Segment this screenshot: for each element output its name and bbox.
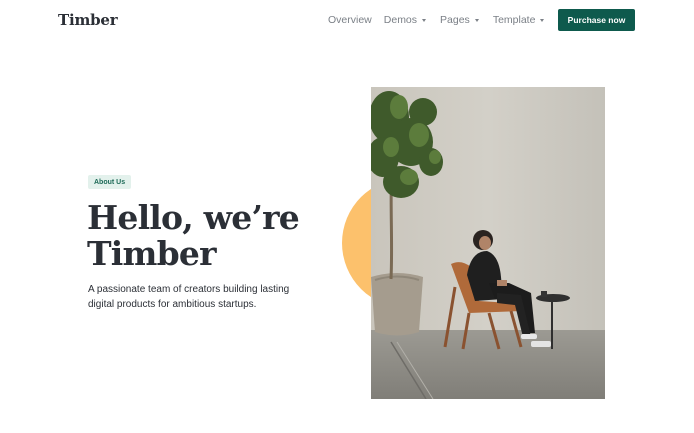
navbar: Timber Overview Demos Pages Template Pur… <box>0 0 694 40</box>
nav-link-label: Pages <box>440 14 470 26</box>
hero-title-line-2: Timber <box>87 234 216 273</box>
nav-link-template[interactable]: Template <box>493 13 545 27</box>
hero-description: A passionate team of creators building l… <box>88 284 290 310</box>
nav-link-overview[interactable]: Overview <box>328 13 372 27</box>
hero-title-line-1: Hello, we’re <box>87 198 300 237</box>
nav-link-label: Demos <box>383 14 418 26</box>
logo[interactable]: Timber <box>58 11 118 29</box>
chevron-down-icon <box>474 19 479 22</box>
hero-title: Hello, we’re Timber <box>87 198 300 273</box>
nav-link-label: Overview <box>328 14 372 26</box>
purchase-now-button[interactable]: Purchase now <box>558 9 635 31</box>
nav-link-label: Template <box>492 14 536 26</box>
nav-links: Overview Demos Pages Template <box>328 13 545 27</box>
nav-link-pages[interactable]: Pages <box>440 13 479 27</box>
hero-photo <box>371 87 605 399</box>
nav-link-demos[interactable]: Demos <box>383 13 427 27</box>
chevron-down-icon <box>540 19 545 22</box>
chevron-down-icon <box>422 19 427 22</box>
about-us-badge: About Us <box>88 175 132 189</box>
